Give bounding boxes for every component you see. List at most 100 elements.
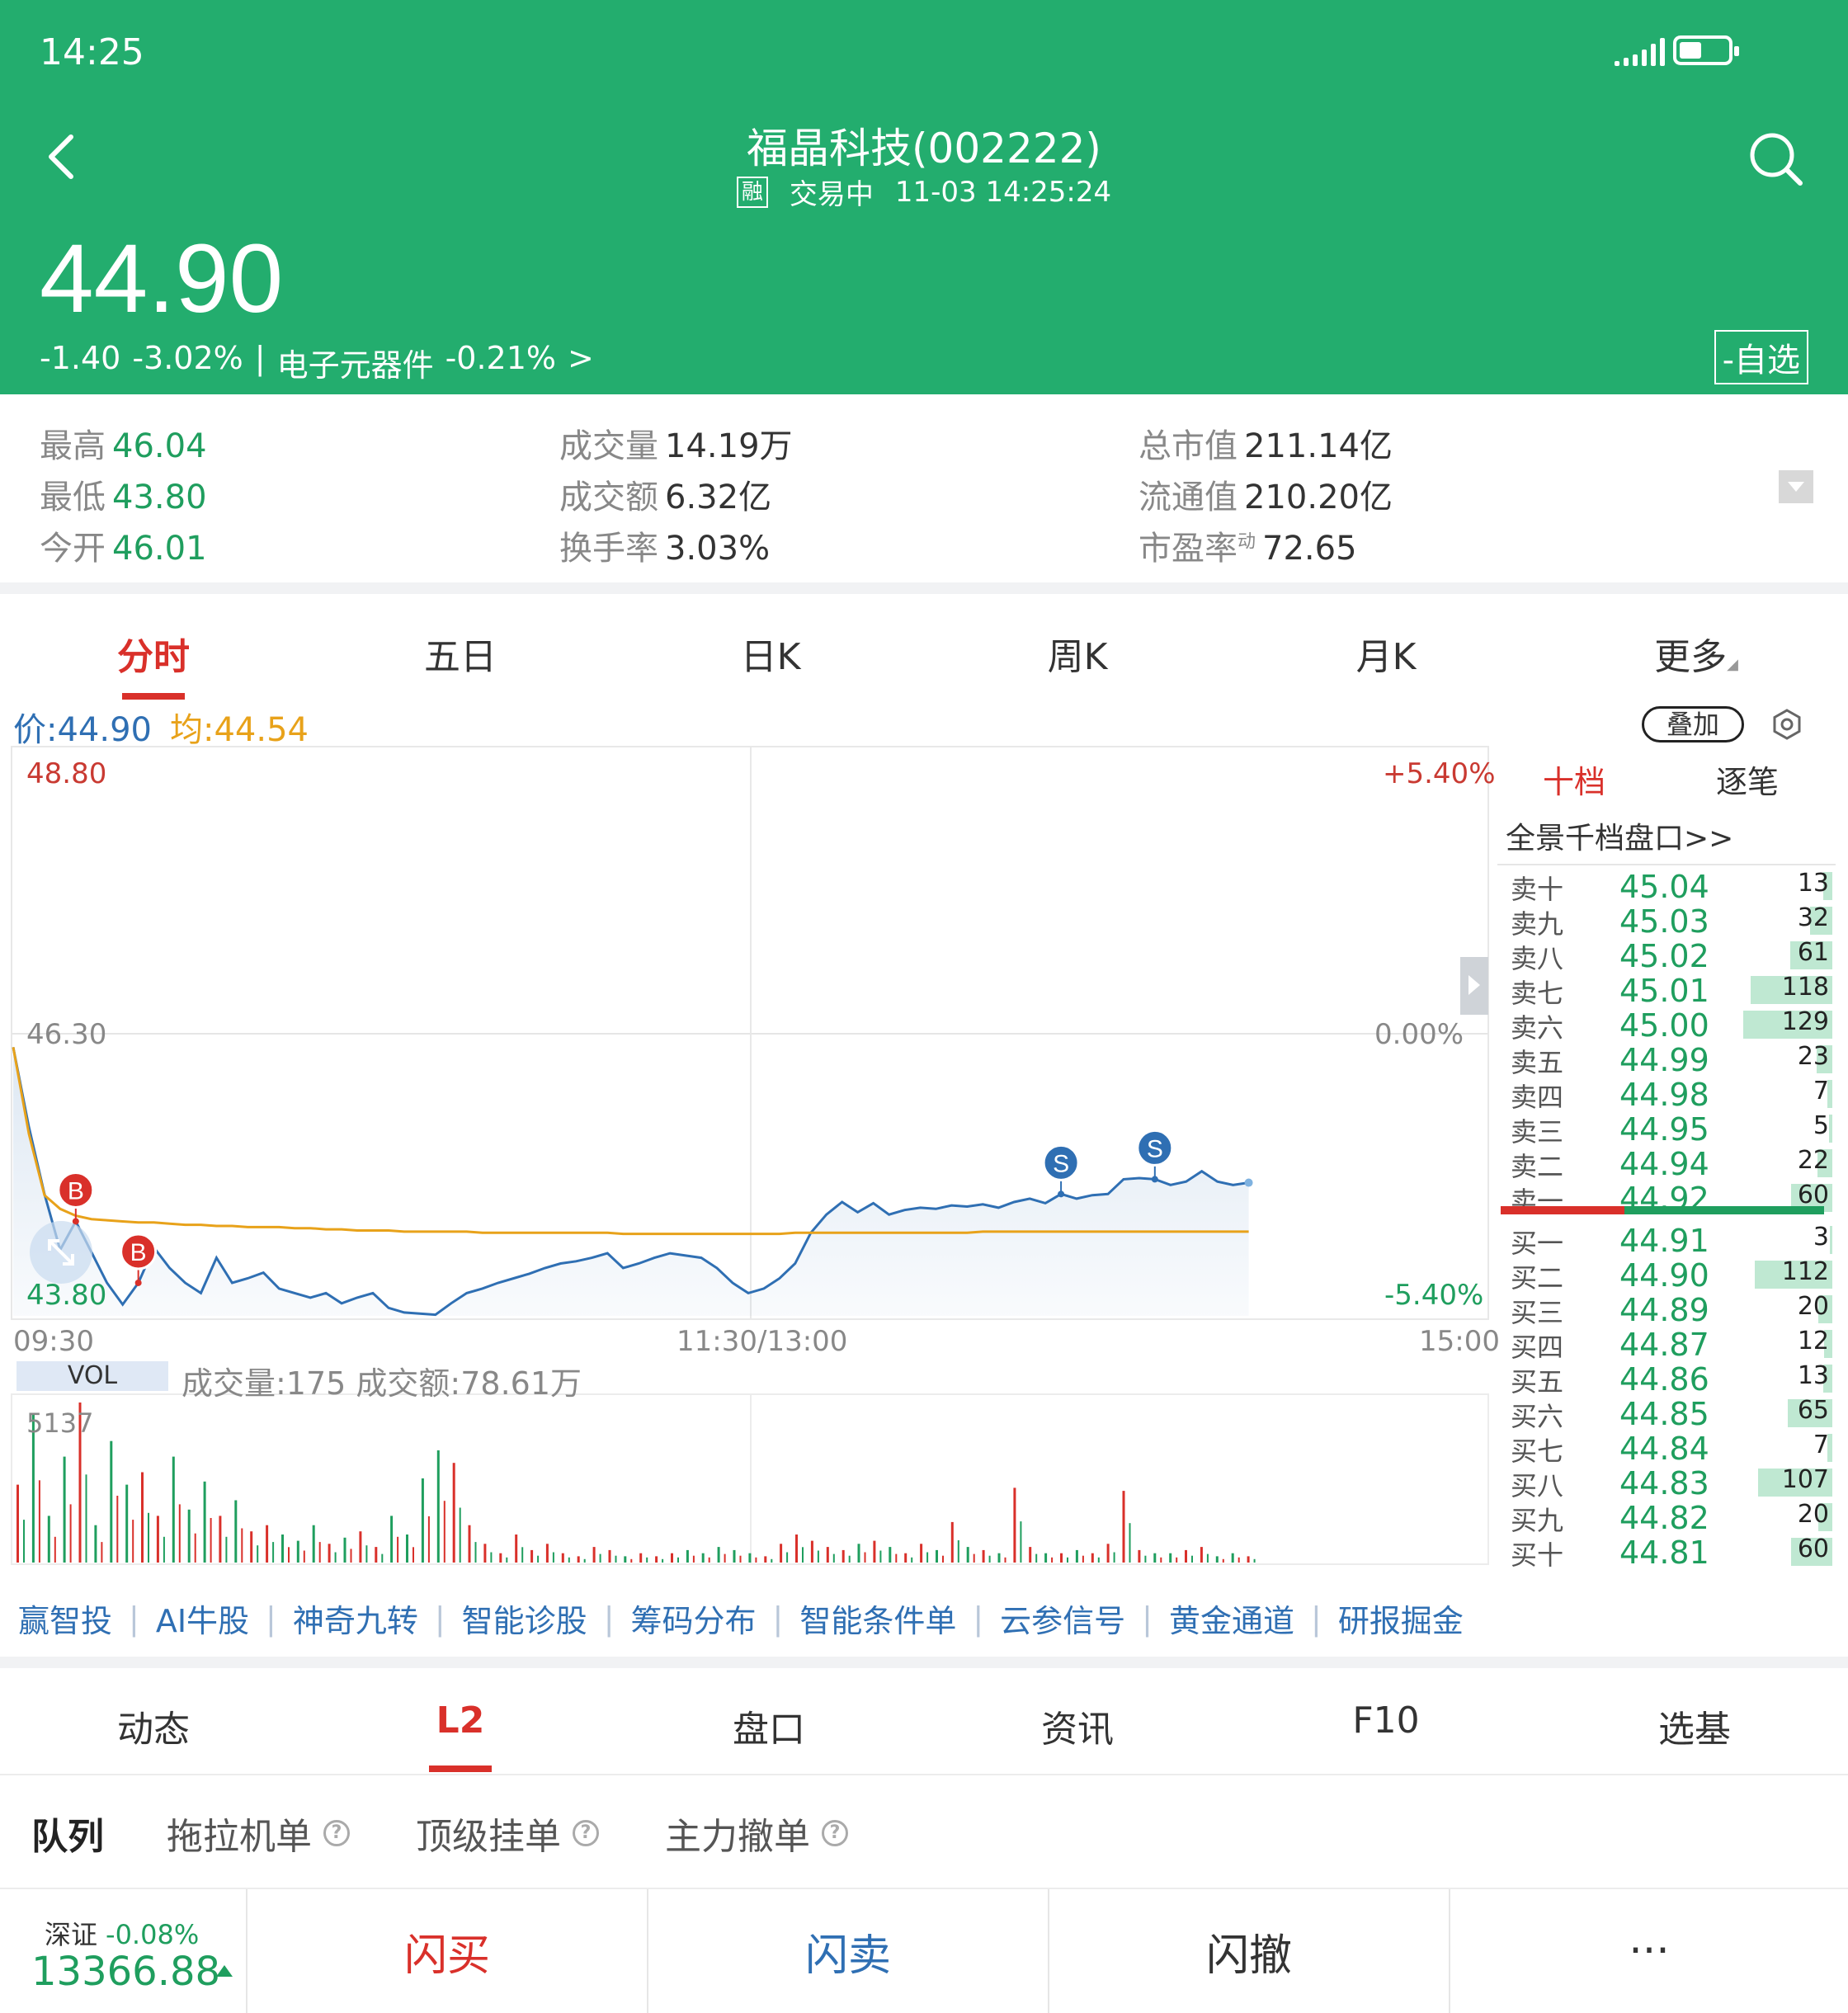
more-button[interactable]: ··· [1449, 1889, 1848, 2013]
sell-marker[interactable]: S [1042, 1143, 1080, 1198]
time-axis-end: 15:00 [1419, 1325, 1500, 1358]
level-volume: 13 [1797, 1361, 1829, 1390]
tab-tick-by-tick[interactable]: 逐笔 [1716, 757, 1779, 802]
volume-bar [624, 1556, 627, 1563]
ask-level-row[interactable]: 卖五 44.99 23 [1489, 1042, 1836, 1078]
feature-link[interactable]: 筹码分布 [631, 1596, 757, 1641]
ask-level-row[interactable]: 卖十 45.04 13 [1489, 869, 1836, 905]
volume-bar [381, 1553, 384, 1563]
ask-level-row[interactable]: 卖四 44.98 7 [1489, 1077, 1836, 1113]
help-icon[interactable]: ? [573, 1820, 599, 1846]
bid-level-row[interactable]: 买六 44.85 65 [1489, 1396, 1836, 1432]
quick-sell-button[interactable]: 闪卖 [647, 1889, 1048, 2013]
feature-link[interactable]: 赢智投 [18, 1596, 112, 1641]
help-icon[interactable]: ? [822, 1820, 848, 1846]
stat-pe-sup: 动 [1238, 531, 1256, 553]
tab-fund-picker[interactable]: 选基 [1658, 1700, 1731, 1752]
subtab-top-orders[interactable]: 顶级挂单? [416, 1807, 599, 1860]
search-icon[interactable] [1747, 130, 1805, 188]
current-price: 44.90 [40, 224, 284, 333]
tab-ten-levels[interactable]: 十档 [1543, 757, 1605, 802]
volume-bar [69, 1504, 72, 1563]
bid-level-row[interactable]: 买七 44.84 7 [1489, 1431, 1836, 1467]
quick-buy-button[interactable]: 闪买 [246, 1889, 647, 2013]
volume-bar [116, 1496, 119, 1563]
stat-high: 最高 46.04 [40, 427, 207, 465]
ask-level-row[interactable]: 卖七 45.01 118 [1489, 973, 1836, 1009]
current-price-dot [1244, 1178, 1253, 1187]
feature-link[interactable]: 研报掘金 [1338, 1596, 1464, 1641]
level-price: 45.01 [1619, 973, 1709, 1009]
sell-marker[interactable]: S [1136, 1129, 1174, 1183]
change-line: -1.40 -3.02% | 电子元器件 -0.21% > [40, 340, 594, 385]
volume-bar [406, 1534, 408, 1563]
tab-more[interactable]: 更多◢ [1654, 627, 1738, 680]
feature-link[interactable]: AI牛股 [156, 1596, 249, 1641]
feature-link[interactable]: 智能诊股 [462, 1596, 587, 1641]
quick-cancel-button[interactable]: 闪撤 [1048, 1889, 1449, 2013]
feature-link[interactable]: 云参信号 [1000, 1596, 1125, 1641]
tab-dynamics[interactable]: 动态 [117, 1700, 190, 1752]
tab-handicap[interactable]: 盘口 [733, 1700, 805, 1752]
full-depth-link[interactable]: 全景千档盘口>> [1506, 814, 1733, 857]
volume-bar [1191, 1555, 1193, 1563]
volume-bar [942, 1555, 944, 1563]
volume-bar [515, 1534, 518, 1563]
sector-link[interactable]: | 电子元器件 -0.21% > [255, 340, 594, 385]
tab-news[interactable]: 资讯 [1041, 1700, 1114, 1752]
level-volume: 107 [1781, 1465, 1829, 1494]
tab-f10[interactable]: F10 [1352, 1700, 1419, 1742]
volume-indicator-tag[interactable]: VOL [16, 1361, 168, 1391]
bid-level-row[interactable]: 买二 44.90 112 [1489, 1257, 1836, 1294]
help-icon[interactable]: ? [323, 1820, 350, 1846]
ask-level-row[interactable]: 卖三 44.95 5 [1489, 1111, 1836, 1148]
tab-five-day[interactable]: 五日 [424, 627, 497, 680]
tab-daily-k[interactable]: 日K [741, 627, 801, 680]
overlay-button[interactable]: 叠加 [1642, 706, 1744, 742]
ask-level-row[interactable]: 卖六 45.00 129 [1489, 1007, 1836, 1044]
bid-level-row[interactable]: 买三 44.89 20 [1489, 1292, 1836, 1328]
bid-level-row[interactable]: 买五 44.86 13 [1489, 1361, 1836, 1398]
volume-bar [1185, 1549, 1187, 1563]
watchlist-button[interactable]: -自选 [1714, 330, 1808, 384]
bottom-action-bar: 深证 -0.08% 13366.88 闪买 闪卖 闪撤 ··· [0, 1889, 1848, 2013]
subtab-main-cancel[interactable]: 主力撤单? [665, 1807, 848, 1860]
tab-intraday[interactable]: 分时 [117, 627, 190, 680]
intraday-chart[interactable]: B B S S [0, 742, 1489, 1568]
volume-bar [234, 1500, 238, 1563]
volume-bar [810, 1540, 813, 1563]
volume-bar [608, 1549, 611, 1563]
expand-stats-icon[interactable] [1779, 470, 1813, 503]
bid-level-row[interactable]: 买一 44.91 3 [1489, 1223, 1836, 1259]
subtab-queue[interactable]: 队列 [31, 1807, 104, 1860]
feature-link[interactable]: 神奇九转 [293, 1596, 418, 1641]
tab-weekly-k[interactable]: 周K [1048, 627, 1108, 680]
ask-level-row[interactable]: 卖八 45.02 61 [1489, 938, 1836, 974]
pct-axis-mid: 0.00% [1374, 1018, 1464, 1051]
level-volume: 60 [1797, 1181, 1829, 1209]
bid-level-row[interactable]: 买八 44.83 107 [1489, 1465, 1836, 1502]
buy-marker[interactable]: B [57, 1171, 95, 1225]
tab-l2[interactable]: L2 [436, 1700, 485, 1742]
level-price: 44.81 [1619, 1534, 1709, 1571]
level-price: 44.82 [1619, 1500, 1709, 1536]
feature-link[interactable]: 智能条件单 [799, 1596, 956, 1641]
volume-bar [873, 1540, 876, 1563]
bid-level-row[interactable]: 买十 44.81 60 [1489, 1534, 1836, 1571]
time-axis-mid: 11:30/13:00 [676, 1325, 848, 1358]
feature-link[interactable]: 黄金通道 [1169, 1596, 1294, 1641]
volume-bar [1013, 1487, 1016, 1563]
bid-level-row[interactable]: 买四 44.87 12 [1489, 1327, 1836, 1363]
subtab-tractor-orders[interactable]: 拖拉机单? [167, 1807, 350, 1860]
bid-level-row[interactable]: 买九 44.82 20 [1489, 1500, 1836, 1536]
level-name: 买十 [1511, 1539, 1564, 1571]
settings-hexagon-icon[interactable] [1770, 708, 1803, 741]
tab-monthly-k[interactable]: 月K [1356, 627, 1417, 680]
fullscreen-icon[interactable] [28, 1219, 94, 1285]
volume-bar [85, 1474, 87, 1563]
volume-bar [1138, 1549, 1141, 1563]
orderbook-collapse-icon[interactable] [1460, 957, 1488, 1015]
ask-level-row[interactable]: 卖二 44.94 22 [1489, 1146, 1836, 1182]
volume-bar [630, 1558, 633, 1563]
ask-level-row[interactable]: 卖九 45.03 32 [1489, 903, 1836, 940]
